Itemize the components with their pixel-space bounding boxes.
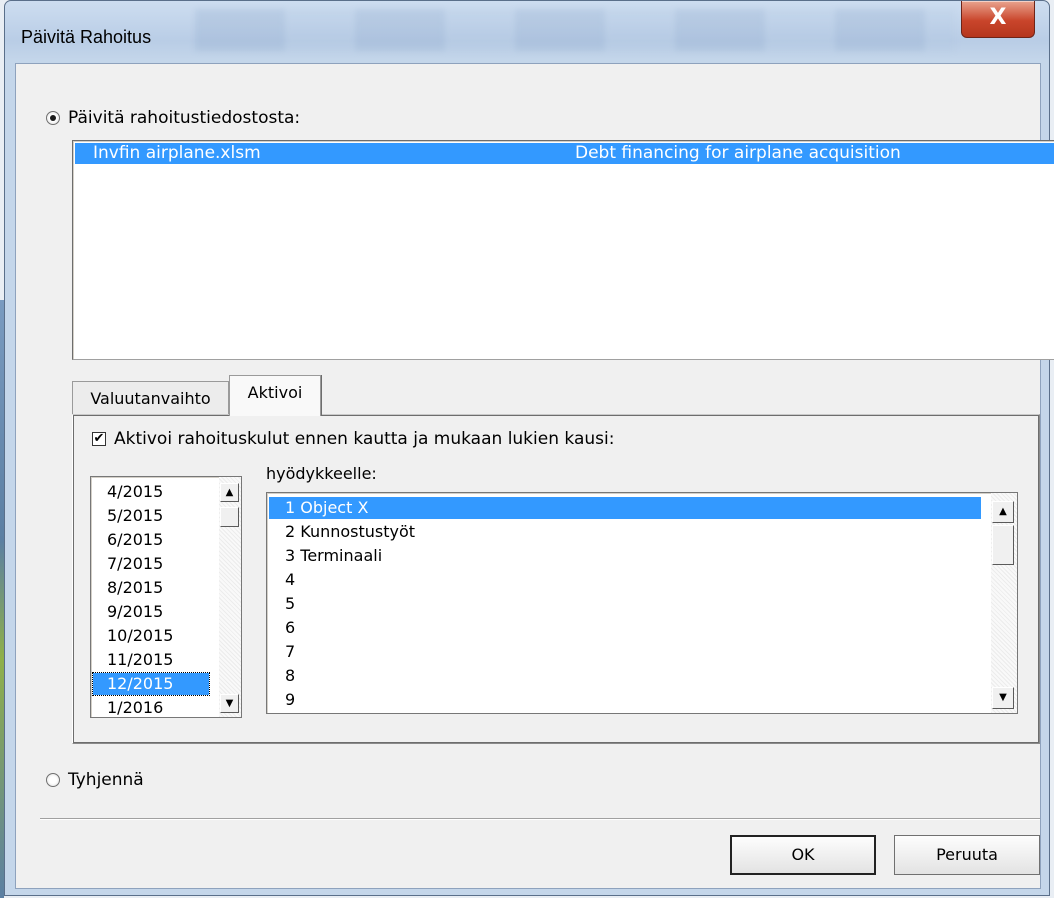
update-from-file-option[interactable]: Päivitä rahoitustiedostosta:: [46, 108, 300, 128]
asset-item[interactable]: 3 Terminaali: [285, 545, 382, 567]
titlebar-background: [195, 9, 955, 51]
update-from-file-radio[interactable]: [46, 111, 60, 125]
file-name: Invfin airplane.xlsm: [93, 143, 261, 163]
cancel-button[interactable]: Peruuta: [894, 835, 1040, 875]
activate-costs-checkbox[interactable]: ✔: [92, 432, 106, 446]
period-item[interactable]: 8/2015: [107, 577, 219, 599]
financing-file-list[interactable]: Invfin airplane.xlsm Debt financing for …: [72, 140, 1054, 360]
scroll-up-icon[interactable]: ▲: [992, 501, 1014, 523]
period-item[interactable]: 9/2015: [107, 601, 219, 623]
scroll-down-icon[interactable]: ▼: [220, 694, 239, 713]
update-from-file-label: Päivitä rahoitustiedostosta:: [68, 108, 301, 128]
ok-button[interactable]: OK: [730, 835, 876, 875]
file-description: Debt financing for airplane acquisition: [575, 143, 901, 163]
asset-item-selected[interactable]: 1 Object X: [269, 497, 981, 519]
asset-item[interactable]: 2 Kunnostustyöt: [285, 521, 415, 543]
scroll-up-icon[interactable]: ▲: [220, 483, 239, 502]
asset-item[interactable]: 9: [285, 689, 295, 711]
period-item[interactable]: 1/2016: [107, 697, 219, 717]
period-item[interactable]: 7/2015: [107, 553, 219, 575]
asset-list-label: hyödykkeelle:: [266, 464, 377, 483]
period-scroll-thumb[interactable]: [220, 507, 239, 527]
period-item[interactable]: 6/2015: [107, 529, 219, 551]
period-list[interactable]: 4/2015 5/2015 6/2015 7/2015 8/2015 9/201…: [90, 476, 242, 718]
period-item[interactable]: 5/2015: [107, 505, 219, 527]
clear-radio[interactable]: [46, 773, 60, 787]
clear-option[interactable]: Tyhjennä: [46, 770, 144, 790]
asset-list[interactable]: 1 Object X 2 Kunnostustyöt 3 Terminaali …: [266, 492, 1018, 714]
file-list-item[interactable]: Invfin airplane.xlsm Debt financing for …: [75, 143, 1054, 164]
period-item[interactable]: 10/2015: [107, 625, 219, 647]
dialog-client-area: Päivitä rahoitustiedostosta: Invfin airp…: [15, 63, 1054, 889]
asset-item[interactable]: 8: [285, 665, 295, 687]
asset-item[interactable]: 5: [285, 593, 295, 615]
button-separator: [40, 818, 1040, 820]
asset-item[interactable]: 4: [285, 569, 295, 591]
asset-item[interactable]: 7: [285, 641, 295, 663]
period-list-scrollbar[interactable]: ▲ ▼: [219, 477, 241, 717]
period-item[interactable]: 11/2015: [107, 649, 219, 671]
clear-label: Tyhjennä: [68, 770, 144, 790]
asset-scroll-thumb[interactable]: [992, 525, 1014, 565]
dialog-title: Päivitä Rahoitus: [21, 27, 152, 47]
period-item[interactable]: 4/2015: [107, 481, 219, 503]
asset-list-scrollbar[interactable]: ▲ ▼: [991, 493, 1017, 713]
tab-valuutanvaihto[interactable]: Valuutanvaihto: [72, 381, 229, 415]
period-item-selected[interactable]: 12/2015: [92, 672, 210, 696]
close-button[interactable]: X: [961, 1, 1035, 38]
asset-item[interactable]: 6: [285, 617, 295, 639]
dialog-window: Päivitä Rahoitus X Päivitä rahoitustiedo…: [4, 0, 1054, 896]
tab-aktivoi[interactable]: Aktivoi: [229, 375, 321, 416]
scroll-down-icon[interactable]: ▼: [992, 687, 1014, 709]
activate-costs-label: Aktivoi rahoituskulut ennen kautta ja mu…: [114, 429, 615, 449]
